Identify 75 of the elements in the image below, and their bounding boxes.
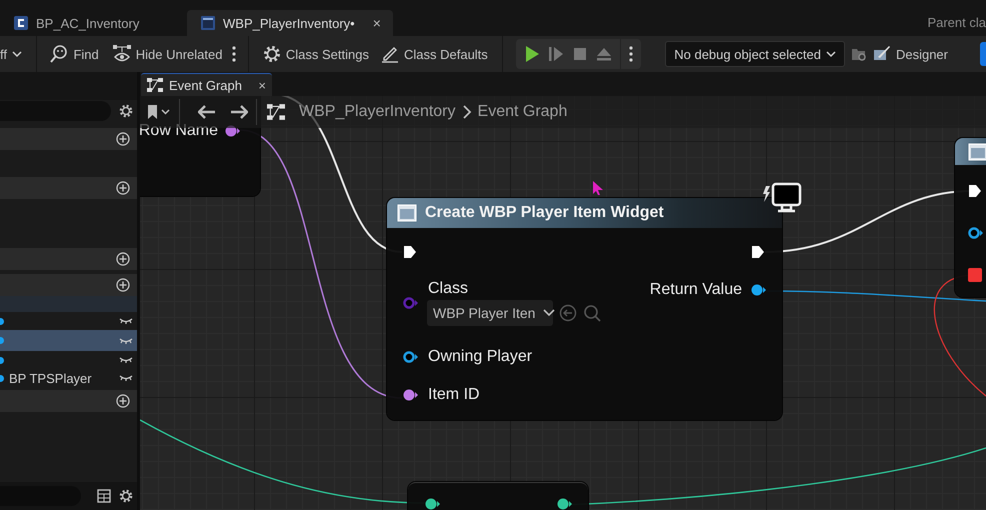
- add-icon[interactable]: [116, 394, 130, 408]
- pin-icon[interactable]: [967, 225, 983, 241]
- breadcrumb-link[interactable]: WBP_PlayerInventory: [299, 103, 456, 121]
- chevron-down-icon: [543, 309, 556, 317]
- eye-closed-icon[interactable]: [119, 336, 133, 346]
- add-icon[interactable]: [116, 132, 130, 146]
- settings-icon[interactable]: [119, 104, 133, 118]
- blueprint-icon: [14, 16, 28, 30]
- nodes-eye-icon: [112, 45, 131, 63]
- widget-icon: [968, 142, 986, 160]
- add-icon[interactable]: [116, 181, 130, 195]
- pin-label: Owning Player: [428, 348, 532, 366]
- mouse-cursor-icon: [592, 180, 604, 196]
- forward-arrow-icon[interactable]: [230, 105, 248, 119]
- parent-class-label: Parent cla: [927, 15, 986, 30]
- more-options-icon[interactable]: [629, 46, 634, 62]
- search-icon[interactable]: [583, 304, 601, 322]
- monitor-icon: [762, 182, 802, 214]
- designer-icon: [872, 45, 891, 63]
- document-tab[interactable]: WBP_PlayerInventory• ×: [187, 10, 393, 36]
- pin-label: Row Name: [140, 122, 218, 140]
- close-button[interactable]: ×: [258, 78, 266, 92]
- class-settings-button[interactable]: Class Settings: [256, 40, 375, 68]
- search-icon: [50, 45, 68, 63]
- chevron-right-icon: [462, 105, 472, 119]
- designer-button[interactable]: Designer: [866, 40, 954, 68]
- settings-icon: [262, 45, 281, 63]
- eye-closed-icon[interactable]: [119, 373, 133, 383]
- pin-label: Item ID: [428, 386, 480, 404]
- close-button[interactable]: ×: [372, 15, 381, 31]
- add-icon[interactable]: [116, 252, 130, 266]
- node-title: Create WBP Player Item Widget: [425, 204, 664, 222]
- widget-icon: [397, 204, 417, 222]
- chevron-down-icon: [12, 50, 22, 58]
- step-icon[interactable]: [548, 45, 564, 63]
- bookmark-icon[interactable]: [147, 104, 171, 120]
- class-defaults-button[interactable]: Class Defaults: [374, 40, 494, 68]
- folder-search-icon[interactable]: [850, 46, 867, 62]
- exec-pin-icon[interactable]: [402, 244, 418, 260]
- exec-pin-icon[interactable]: [750, 244, 766, 260]
- variable-name: BP TPSPlayer: [9, 370, 93, 386]
- eye-closed-icon[interactable]: [119, 316, 133, 326]
- settings-icon[interactable]: [119, 489, 133, 503]
- use-selected-icon[interactable]: [559, 304, 577, 322]
- pin-icon[interactable]: [402, 349, 418, 365]
- graph-tab[interactable]: Event Graph ×: [141, 73, 272, 96]
- pin-label: Return Value: [650, 281, 742, 299]
- debug-object-dropdown[interactable]: No debug object selected: [665, 41, 845, 67]
- pin-icon[interactable]: [750, 282, 766, 298]
- widget-blueprint-icon: [201, 16, 215, 30]
- graph-icon: [147, 78, 163, 92]
- breadcrumb-current: Event Graph: [478, 103, 568, 121]
- graph-mode-button[interactable]: [980, 42, 986, 66]
- table-icon[interactable]: [97, 489, 111, 503]
- play-icon[interactable]: [524, 45, 540, 63]
- back-arrow-icon[interactable]: [198, 105, 216, 119]
- view-mode-dropdown[interactable]: ff: [0, 40, 28, 68]
- exec-pin-icon[interactable]: [967, 183, 983, 199]
- pin-icon[interactable]: [424, 496, 440, 510]
- hide-unrelated-button[interactable]: Hide Unrelated: [106, 40, 228, 68]
- class-dropdown[interactable]: WBP Player Iten: [427, 300, 553, 326]
- variable-row[interactable]: BP TPSPlayer: [0, 369, 137, 387]
- stop-icon[interactable]: [572, 45, 588, 63]
- pin-icon[interactable]: [556, 496, 572, 510]
- chevron-down-icon: [826, 50, 836, 58]
- pin-label: Class: [428, 280, 470, 298]
- pencil-icon: [380, 45, 399, 63]
- document-tab[interactable]: BP_AC_Inventory: [0, 10, 185, 36]
- graph-icon[interactable]: [267, 104, 285, 120]
- eye-closed-icon[interactable]: [119, 355, 133, 365]
- add-icon[interactable]: [116, 278, 130, 292]
- pin-icon[interactable]: [402, 387, 418, 403]
- more-options-icon[interactable]: [232, 46, 236, 62]
- find-button[interactable]: Find: [44, 40, 105, 68]
- pin-icon[interactable]: [967, 267, 983, 283]
